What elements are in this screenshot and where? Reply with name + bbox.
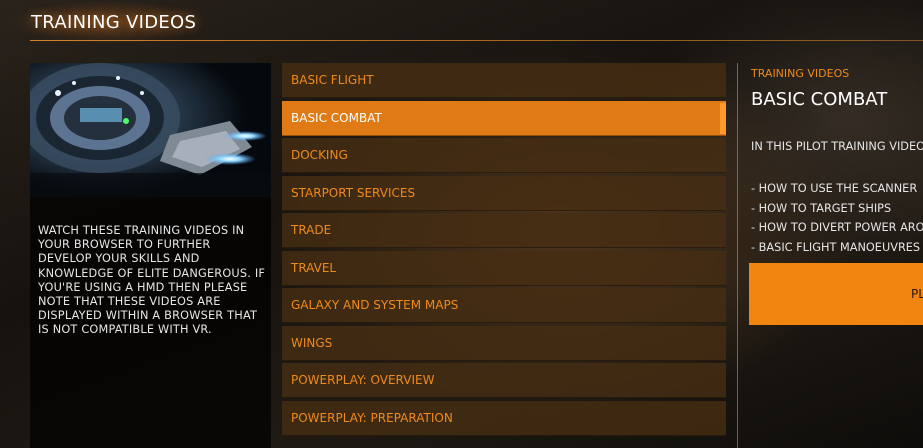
description-text: WATCH THESE TRAINING VIDEOS IN YOUR BROW… [38, 224, 266, 337]
menu-item[interactable]: BASIC FLIGHT [282, 63, 726, 98]
menu-item[interactable]: POWERPLAY: OVERVIEW [282, 363, 726, 398]
menu-item[interactable]: TRAVEL [282, 250, 726, 286]
menu-item-label: GALAXY AND SYSTEM MAPS [291, 298, 459, 312]
detail-bullet: - HOW TO DIVERT POWER ARO [751, 221, 923, 235]
menu-item-label: TRAVEL [291, 260, 337, 275]
detail-title: BASIC COMBAT [751, 89, 888, 110]
menu-item[interactable]: WINGS [282, 325, 726, 361]
detail-divider [737, 63, 738, 448]
detail-intro: IN THIS PILOT TRAINING VIDEO [751, 140, 923, 153]
menu-item-label: BASIC COMBAT [291, 110, 382, 125]
detail-bullet: - BASIC FLIGHT MANOEUVRES [751, 241, 921, 255]
play-button-label: PL [911, 287, 923, 301]
menu-item[interactable]: GALAXY AND SYSTEM MAPS [282, 288, 726, 323]
menu-item[interactable]: DOCKING [282, 138, 726, 173]
detail-kicker: TRAINING VIDEOS [751, 67, 850, 80]
training-videos-screen: TRAINING VIDEOS WATCH THESE TRAINING VID… [0, 0, 923, 448]
space-station-thumbnail [30, 63, 271, 197]
menu-item-label: BASIC FLIGHT [291, 73, 374, 87]
menu-item-label: POWERPLAY: OVERVIEW [291, 373, 435, 387]
play-button[interactable]: PL [749, 263, 923, 325]
menu-item-label: POWERPLAY: PREPARATION [291, 410, 453, 425]
menu-item-label: WINGS [291, 335, 333, 350]
detail-bullet-list: - HOW TO USE THE SCANNER - HOW TO TARGET … [751, 179, 923, 258]
header-divider [30, 40, 923, 41]
space-station-image [30, 63, 271, 197]
menu-item[interactable]: TRADE [282, 213, 726, 248]
detail-bullet: - HOW TO USE THE SCANNER [751, 182, 918, 195]
selected-indicator [720, 102, 726, 134]
menu-item-label: STARPORT SERVICES [291, 185, 416, 200]
video-menu: BASIC FLIGHT BASIC COMBAT DOCKING STARPORT … [282, 63, 726, 438]
detail-bullet: - HOW TO TARGET SHIPS [751, 201, 892, 215]
menu-item-label: DOCKING [291, 148, 348, 162]
menu-item[interactable]: STARPORT SERVICES [282, 175, 726, 211]
menu-item-label: TRADE [291, 223, 332, 237]
menu-item[interactable]: BASIC COMBAT [282, 100, 726, 136]
page-title: TRAINING VIDEOS [31, 12, 197, 33]
menu-item[interactable]: POWERPLAY: PREPARATION [282, 400, 726, 436]
